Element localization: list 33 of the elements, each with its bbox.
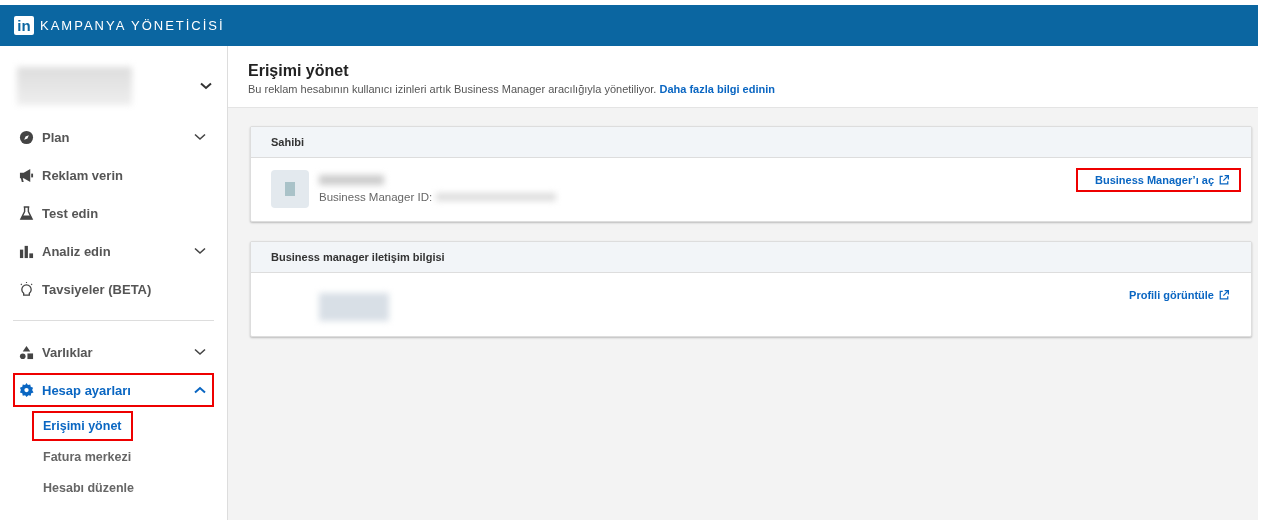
external-link[interactable]: Profili görüntüle: [1110, 283, 1241, 307]
flask-icon: [19, 205, 34, 221]
logo[interactable]: in: [14, 16, 34, 35]
sub-nav-item[interactable]: Fatura merkezi: [32, 442, 143, 472]
external-link-icon: [1219, 175, 1229, 185]
page-title: Erişimi yönet: [248, 62, 350, 80]
megaphone-icon: [19, 167, 34, 183]
external-link[interactable]: Business Manager’ı aç: [1076, 168, 1241, 192]
card-title: Sahibi: [271, 136, 304, 148]
nav-item[interactable]: Analiz edin: [13, 234, 214, 268]
sub-nav-item[interactable]: Erişimi yönet: [32, 411, 133, 441]
external-link-icon: [1219, 290, 1229, 300]
lightbulb-icon: [19, 281, 34, 297]
bar-chart-icon: [19, 243, 34, 259]
learn-more-link[interactable]: Daha fazla bilgi edinin: [659, 83, 775, 95]
compass-icon: [19, 129, 34, 145]
description-text: Bu reklam hesabının kullanıcı izinleri artık Business Manager aracılığıyla yönetiliyor.: [248, 83, 657, 95]
sub-nav-item[interactable]: Hesabı düzenle: [32, 473, 145, 503]
nav-item[interactable]: Reklam verin: [13, 158, 214, 192]
nav-item[interactable]: Varlıklar: [13, 335, 214, 369]
chevron-down-icon[interactable]: [200, 82, 212, 90]
nav-item[interactable]: Test edin: [13, 196, 214, 230]
nav-item[interactable]: Tavsiyeler (BETA): [13, 272, 214, 306]
nav-item[interactable]: Plan: [13, 120, 214, 154]
gear-icon: [19, 382, 34, 398]
nav-item[interactable]: Hesap ayarları: [13, 373, 214, 407]
redacted-name: [319, 175, 384, 185]
card-title: Business manager iletişim bilgisi: [271, 251, 445, 263]
app-title: KAMPANYA YÖNETİCİSİ: [40, 18, 225, 33]
id-label: Business Manager ID:: [319, 191, 433, 203]
avatar-icon: [271, 170, 309, 208]
shapes-icon: [19, 344, 34, 360]
redacted-contact: [319, 293, 389, 321]
